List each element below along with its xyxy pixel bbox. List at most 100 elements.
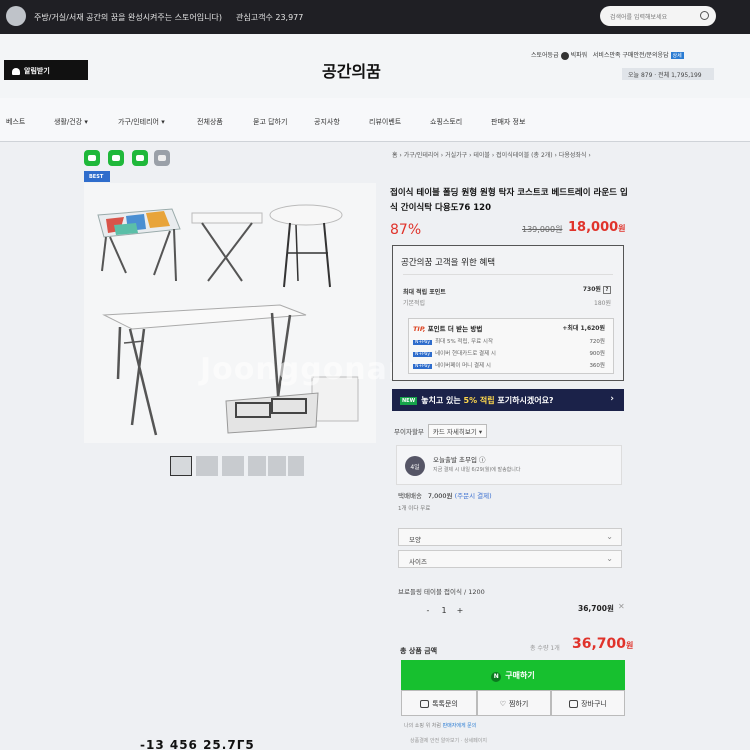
search-input[interactable]: 검색어를 입력해보세요 — [600, 6, 716, 26]
card-detail-button[interactable]: 카드 자세히보기 ▾ — [427, 424, 488, 438]
npay-badge: N+Pay — [413, 364, 433, 369]
cart-button[interactable]: 장바구니 — [551, 690, 625, 716]
breadcrumb[interactable]: 홈 › 가구/인테리어 › 거실가구 › 테이블 › 접이식테이블 (총 2개)… — [392, 150, 591, 159]
option-price: 36,700원 — [578, 604, 614, 613]
heart-icon: ♡ — [499, 700, 506, 708]
select-label: 모양 — [409, 536, 421, 544]
grade-label: 스토어등급 — [531, 52, 559, 59]
thumbnail[interactable] — [196, 456, 218, 476]
thumbnail[interactable] — [170, 456, 192, 476]
interest-free-label: 무이자할부 — [394, 428, 424, 436]
nav-item-furniture[interactable]: 가구/인테리어 ▾ — [118, 117, 165, 127]
footer-note: 나의 쇼핑 위 처럼 판매자에게 문의 — [404, 722, 476, 729]
grade-icon — [560, 51, 569, 60]
nav-item-best[interactable]: 베스트 — [6, 117, 25, 127]
delivery-fee: 택배배송 7,000원 (주문시 결제) — [398, 490, 492, 500]
total-quantity: 총 수량 1개 — [530, 645, 560, 652]
tip-text: 네이버페이 머니 결제 시 — [435, 363, 491, 369]
minus-button[interactable]: - — [420, 606, 436, 615]
seller-inquiry-link[interactable]: 판매자에게 문의 — [443, 723, 477, 729]
nav-item-qna[interactable]: 묻고 답하기 — [253, 117, 287, 127]
max-points-label: 최대 적립 포인트 — [403, 289, 446, 296]
basic-points-label: 기본적립 — [403, 300, 426, 307]
tip-word: TIP, — [413, 325, 426, 333]
tip-max: +최대 1,620원 — [562, 325, 605, 332]
total-label: 총 상품 금액 — [400, 647, 438, 655]
product-title: 접이식 테이블 폴딩 원형 원형 탁자 코스트코 베드트레이 라운드 입식 간이… — [390, 188, 628, 213]
thumbnail[interactable] — [268, 456, 286, 476]
quantity-value[interactable]: 1 — [436, 606, 452, 615]
chat-icon — [420, 700, 430, 708]
new-badge: NEW — [400, 396, 418, 405]
fee-amount: 7,000원 — [427, 492, 453, 500]
divider — [403, 274, 613, 275]
discount-rate: 87% — [390, 222, 422, 238]
tip-text: 네이버 현대카드로 결제 시 — [435, 351, 496, 357]
nav-item-all[interactable]: 전체상품 — [197, 117, 223, 127]
nav-item-story[interactable]: 쇼핑스토리 — [430, 117, 462, 127]
npay-badge: N+Pay — [413, 352, 433, 357]
original-price: 139,000원 — [522, 225, 563, 234]
shipping-sub: 지금 결제 시 내일 6/29(월)에 발송합니다 — [433, 467, 521, 473]
share-band-icon[interactable] — [108, 150, 124, 166]
wish-label: 찜하기 — [508, 700, 529, 708]
round-table-image — [269, 204, 343, 288]
search-icon[interactable] — [700, 11, 709, 20]
store-intro: 주방/거실/서재 공간의 꿈을 완성시켜주는 스토어입니다) — [34, 13, 222, 22]
share-blog-icon[interactable] — [132, 150, 148, 166]
store-topbar: 주방/거실/서재 공간의 꿈을 완성시켜주는 스토어입니다) 관심고객수 23,… — [0, 0, 750, 34]
store-avatar[interactable] — [6, 6, 26, 26]
thumbnail[interactable] — [288, 456, 304, 476]
delivery-icon: 4일 — [405, 456, 425, 476]
nav-item-health[interactable]: 생활/건강 ▾ — [54, 117, 88, 127]
benefit-title: 공간의꿈 고객을 위한 혜택 — [401, 258, 496, 268]
store-name[interactable]: 공간의꿈 — [322, 58, 381, 82]
nav-item-notice[interactable]: 공지사항 — [314, 117, 340, 127]
tip-value: 720원 — [589, 339, 605, 345]
patterned-table-image — [97, 208, 181, 282]
alarm-label: 알림받기 — [24, 67, 50, 75]
select-label: 사이즈 — [409, 558, 427, 566]
wish-button[interactable]: ♡ 찜하기 — [477, 690, 551, 716]
plus-button[interactable]: + — [452, 606, 468, 615]
npay-badge: N+Pay — [413, 340, 433, 345]
sale-price: 18,000원 — [568, 220, 626, 235]
fee-note: 1개 이다 무료 — [398, 506, 431, 512]
bell-icon — [12, 67, 20, 75]
interest-value: 23,977 — [275, 13, 304, 22]
points-banner[interactable]: NEW 놓치고 있는 5% 적립 포기하시겠어요? › — [392, 389, 624, 411]
thumbnail[interactable] — [222, 456, 244, 476]
tip-row[interactable]: N+Pay 최대 5% 적립, 무료 시작 — [413, 337, 493, 345]
tip-row[interactable]: N+Pay 네이버페이 머니 결제 시 — [413, 361, 491, 369]
nav-item-seller-info[interactable]: 판매자 정보 — [491, 117, 525, 127]
bottom-partial-text: -13 456 25.7Г5 — [140, 738, 255, 750]
square-table-image — [191, 212, 263, 282]
tip-row[interactable]: N+Pay 네이버 현대카드로 결제 시 — [413, 349, 496, 357]
remove-option-icon[interactable]: ✕ — [618, 602, 625, 611]
buy-button[interactable]: N 구매하기 — [401, 660, 625, 690]
total-amount-unit: 원 — [626, 641, 634, 650]
fee-sub: (주문시 결제) — [454, 492, 492, 500]
share-talk-icon[interactable] — [84, 150, 100, 166]
help-icon[interactable]: ? — [603, 286, 611, 294]
talk-button[interactable]: 톡톡문의 — [401, 690, 477, 716]
more-icon[interactable] — [154, 150, 170, 166]
quantity-stepper: -1 + — [420, 606, 468, 615]
interest-count: 관심고객수 23,977 — [236, 12, 303, 23]
thumbnail[interactable] — [248, 456, 266, 476]
footer-pre: 나의 쇼핑 위 처럼 — [404, 723, 441, 729]
nav-item-review-event[interactable]: 리뷰이벤트 — [369, 117, 401, 127]
product-illustration — [97, 204, 359, 436]
tip-text: 최대 5% 적립, 무료 시작 — [435, 339, 494, 345]
sale-price-value: 18,000 — [568, 220, 619, 235]
category-nav: 베스트 생활/건강 ▾ 가구/인테리어 ▾ 전체상품 묻고 답하기 공지사항 리… — [0, 98, 750, 142]
size-select[interactable]: 사이즈 ⌄ — [398, 550, 622, 568]
best-badge: BEST — [84, 171, 110, 182]
info-badge[interactable]: 상세 — [670, 52, 684, 59]
max-points-amount: 730원 — [582, 286, 601, 293]
product-image[interactable] — [84, 183, 376, 443]
chevron-down-icon: ⌄ — [606, 532, 613, 541]
info-links[interactable]: 서비스만족 구매안전/문의응답 — [593, 52, 669, 59]
shape-select[interactable]: 모양 ⌄ — [398, 528, 622, 546]
alarm-button[interactable]: 알림받기 — [4, 60, 88, 80]
